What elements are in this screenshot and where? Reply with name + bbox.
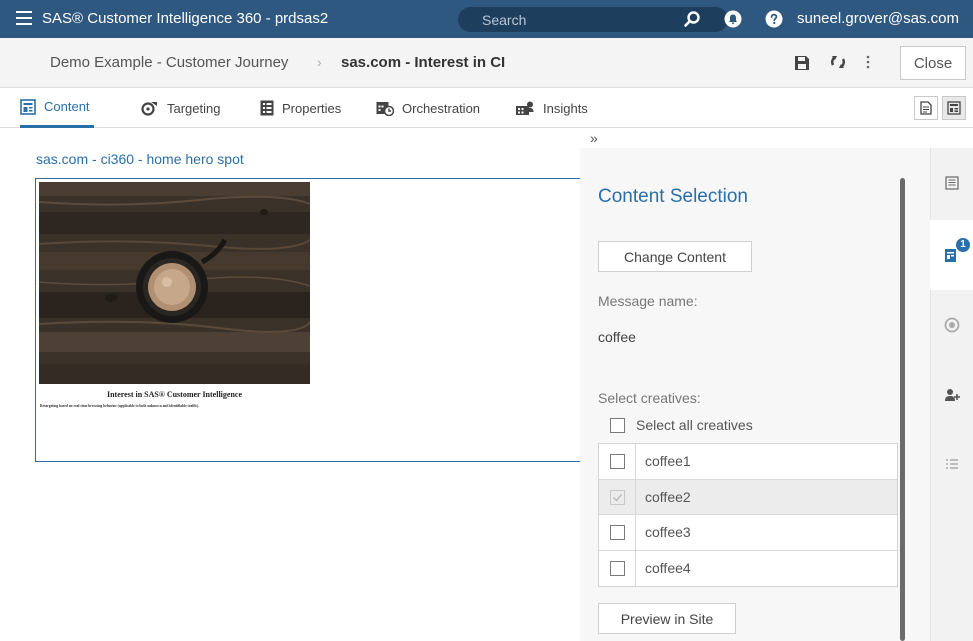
content-icon [20, 98, 36, 115]
properties-icon [260, 100, 274, 116]
creative-row[interactable]: coffee3 [599, 515, 897, 551]
creative-name: coffee4 [645, 559, 691, 576]
details-icon [944, 176, 959, 190]
tab-orchestration[interactable]: Orchestration [376, 88, 480, 128]
tab-content-label: Content [44, 99, 90, 114]
message-name-label: Message name: [598, 293, 698, 309]
checkbox-cell [599, 515, 636, 550]
creative-row[interactable]: coffee4 [599, 550, 897, 586]
message-name-value: coffee [598, 329, 636, 345]
rail-content-selection-button[interactable] [930, 220, 973, 290]
collapse-panel-icon[interactable]: » [590, 130, 598, 146]
tab-insights[interactable]: Insights [515, 88, 588, 128]
top-app-bar: SAS® Customer Intelligence 360 - prdsas2… [0, 0, 973, 38]
checkbox-cell [599, 479, 636, 514]
list-icon [945, 459, 958, 469]
select-all-label: Select all creatives [636, 417, 753, 433]
creative-name: coffee3 [645, 524, 691, 540]
save-icon[interactable] [794, 55, 810, 71]
creative-checkbox[interactable] [610, 525, 625, 540]
audience-icon [944, 317, 959, 333]
document-view-icon [920, 101, 932, 115]
checkmark-icon [613, 493, 622, 501]
preview-heading: Interest in SAS® Customer Intelligence [106, 390, 242, 399]
orchestration-icon [376, 102, 394, 116]
user-account[interactable]: suneel.grover@sas.com [797, 10, 959, 27]
creative-name: coffee2 [645, 488, 691, 505]
rail-add-user-button[interactable] [930, 360, 973, 430]
creative-checkbox[interactable] [610, 489, 625, 505]
breadcrumb-parent-link[interactable]: Demo Example - Customer Journey [50, 54, 288, 71]
select-creatives-label: Select creatives: [598, 390, 701, 406]
tab-content[interactable]: Content [20, 88, 94, 128]
breadcrumb-current: sas.com - Interest in CI [341, 54, 506, 71]
checkbox-cell [599, 444, 636, 479]
breadcrumb: Demo Example - Customer Journey › sas.co… [0, 38, 973, 88]
document-view-button[interactable] [914, 96, 938, 120]
insights-icon [516, 101, 534, 115]
help-icon[interactable] [765, 10, 783, 28]
panel-view-icon [947, 101, 961, 115]
search-input[interactable] [458, 7, 688, 32]
app-title: SAS® Customer Intelligence 360 - prdsas2 [42, 10, 329, 27]
search-icon[interactable] [683, 10, 701, 28]
more-options-icon[interactable] [865, 54, 871, 70]
coffee-cup-on-wood-image [39, 182, 310, 384]
tab-properties-label: Properties [282, 100, 342, 116]
creative-checkbox[interactable] [610, 560, 625, 576]
checkbox-cell [599, 550, 636, 586]
content-count-badge: 1 [956, 238, 970, 252]
content-spot-title[interactable]: sas.com - ci360 - home hero spot [36, 151, 244, 167]
preview-in-site-button[interactable]: Preview in Site [598, 603, 736, 634]
creative-row[interactable]: coffee1 [599, 444, 897, 480]
panel-view-button[interactable] [942, 96, 966, 120]
tab-targeting-label: Targeting [167, 100, 221, 116]
tab-targeting[interactable]: Targeting [141, 88, 220, 128]
select-all-checkbox[interactable] [610, 418, 625, 433]
preview-subtext: Retargeting based on real-time browsing … [40, 404, 200, 408]
panel-title: Content Selection [598, 186, 748, 207]
creative-checkbox[interactable] [610, 454, 625, 469]
tab-insights-label: Insights [543, 100, 588, 116]
rail-audience-button[interactable] [930, 290, 973, 360]
tab-properties[interactable]: Properties [260, 88, 341, 128]
panel-scrollbar[interactable] [900, 178, 905, 641]
creatives-table: coffee1 coffee2 coffee3 coffee4 [598, 443, 898, 587]
change-content-button[interactable]: Change Content [598, 241, 752, 272]
close-button[interactable]: Close [900, 46, 966, 80]
tab-bar: Content Targeting Properties Orchestrati… [0, 88, 973, 128]
hamburger-menu-icon[interactable] [16, 11, 32, 25]
rail-details-button[interactable] [930, 148, 973, 218]
creative-name: coffee1 [645, 453, 691, 469]
add-user-icon [944, 389, 960, 401]
targeting-icon [141, 102, 157, 116]
creative-preview-frame: Interest in SAS® Customer Intelligence R… [35, 178, 580, 462]
refresh-icon[interactable] [829, 53, 847, 71]
tab-orchestration-label: Orchestration [402, 100, 481, 116]
creative-row[interactable]: coffee2 [599, 479, 897, 515]
breadcrumb-separator-icon: › [317, 54, 322, 70]
rail-list-button[interactable] [930, 430, 973, 500]
notifications-icon[interactable] [724, 10, 742, 28]
